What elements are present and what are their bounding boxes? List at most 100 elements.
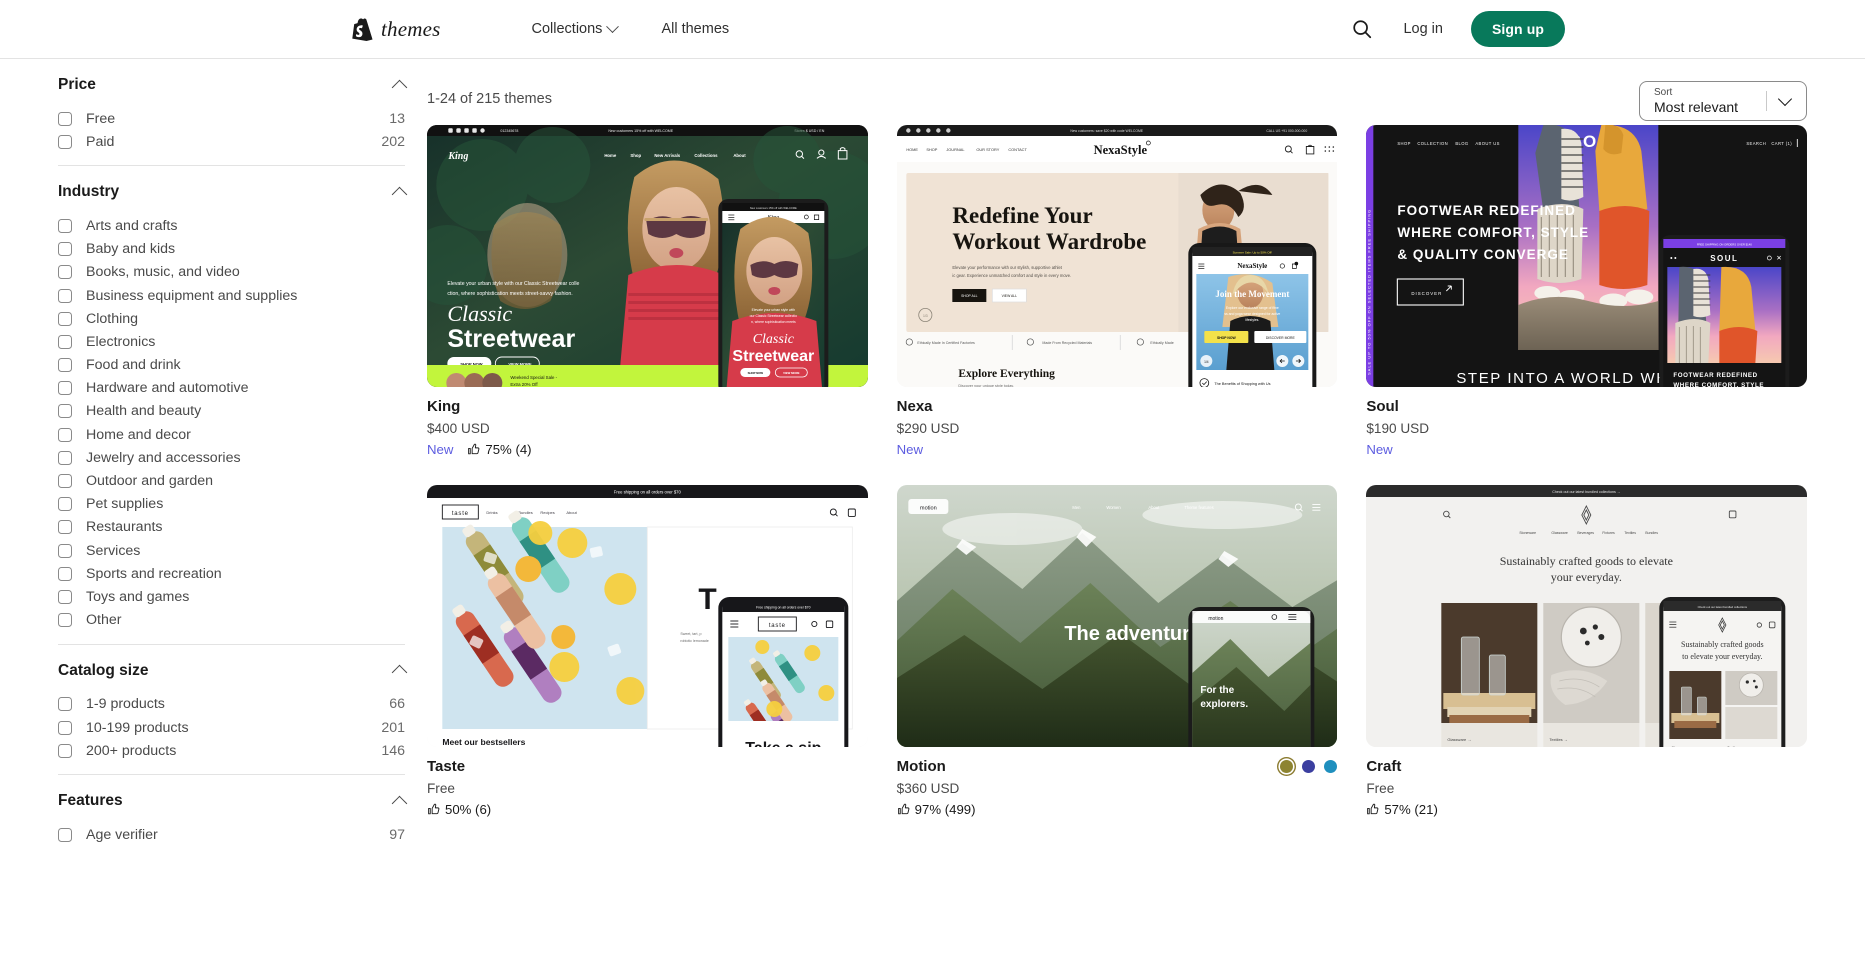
filter-label: Baby and kids — [86, 241, 176, 258]
checkbox-icon[interactable] — [58, 218, 72, 233]
filter-option-electronics[interactable]: Electronics — [58, 330, 427, 353]
checkbox-icon[interactable] — [58, 474, 72, 489]
checkbox-icon[interactable] — [58, 743, 72, 758]
checkbox-icon[interactable] — [58, 720, 72, 735]
theme-card-taste[interactable]: Free shipping on all orders over $70 tas… — [427, 485, 868, 817]
theme-name: Craft — [1366, 758, 1402, 775]
checkbox-icon[interactable] — [58, 381, 72, 396]
checkbox-icon[interactable] — [58, 111, 72, 126]
filter-count: 13 — [389, 110, 405, 127]
checkbox-icon[interactable] — [58, 334, 72, 349]
checkbox-icon[interactable] — [58, 543, 72, 558]
svg-text:FREE SHIPPING ON ORDERS OVER $: FREE SHIPPING ON ORDERS OVER $140 — [1697, 242, 1752, 246]
login-link[interactable]: Log in — [1403, 21, 1443, 37]
checkbox-icon[interactable] — [58, 288, 72, 303]
filter-label: Jewelry and accessories — [86, 449, 241, 466]
filter-label: 1-9 products — [86, 696, 165, 713]
checkbox-icon[interactable] — [58, 613, 72, 628]
facet-industry-header[interactable]: Industry — [58, 166, 427, 214]
filter-option-free[interactable]: Free 13 — [58, 107, 427, 130]
checkbox-icon[interactable] — [58, 134, 72, 149]
checkbox-icon[interactable] — [58, 265, 72, 280]
facet-catalog-size-header[interactable]: Catalog size — [58, 645, 427, 693]
filter-option-arts-and-crafts[interactable]: Arts and crafts — [58, 214, 427, 237]
svg-text:Take a sip: Take a sip — [745, 740, 821, 747]
filter-option-other[interactable]: Other — [58, 609, 427, 632]
facet-price-header[interactable]: Price — [58, 59, 427, 107]
theme-rating: 97% (499) — [897, 802, 976, 817]
filter-option-restaurants[interactable]: Restaurants — [58, 516, 427, 539]
theme-preview-image[interactable]: New customers: save $20 with code WELCOM… — [896, 125, 1338, 387]
theme-card-soul[interactable]: SALE UP TO 50% OFF ON SELECTED ITEMS FRE… — [1366, 125, 1807, 457]
checkbox-icon[interactable] — [58, 697, 72, 712]
theme-card-status-row: New — [897, 442, 1338, 457]
checkbox-icon[interactable] — [58, 358, 72, 373]
signup-button[interactable]: Sign up — [1470, 11, 1565, 47]
brand-logo[interactable]: themes — [352, 17, 441, 42]
filter-option-business-equipment-and-supplies[interactable]: Business equipment and supplies — [58, 284, 427, 307]
color-swatch[interactable] — [1280, 760, 1294, 773]
color-swatch[interactable] — [1302, 760, 1316, 773]
filter-option-clothing[interactable]: Clothing — [58, 307, 427, 330]
filter-option-health-and-beauty[interactable]: Health and beauty — [58, 400, 427, 423]
checkbox-icon[interactable] — [58, 497, 72, 512]
theme-preview-image[interactable]: 012345678 New customers 15% off with WEL… — [427, 125, 868, 387]
svg-text:Meet our bestsellers: Meet our bestsellers — [442, 737, 525, 747]
svg-text:SEARCH: SEARCH — [1747, 141, 1767, 146]
facet-features-header[interactable]: Features — [58, 775, 427, 823]
checkbox-icon[interactable] — [58, 827, 72, 842]
theme-card-title-row: Taste — [427, 758, 868, 775]
theme-preview-image[interactable]: Check out our latest bundled collections… — [1366, 485, 1807, 747]
nav-item-all-themes[interactable]: All themes — [661, 21, 729, 37]
filter-option-services[interactable]: Services — [58, 539, 427, 562]
search-button[interactable] — [1349, 16, 1375, 42]
features-options-list: Age verifier 97 — [58, 823, 427, 846]
checkbox-icon[interactable] — [58, 566, 72, 581]
filter-option-books-music-and-video[interactable]: Books, music, and video — [58, 261, 427, 284]
checkbox-icon[interactable] — [58, 450, 72, 465]
filter-option-baby-and-kids[interactable]: Baby and kids — [58, 238, 427, 261]
filter-option-sports-and-recreation[interactable]: Sports and recreation — [58, 562, 427, 585]
chevron-down-icon — [1777, 91, 1793, 106]
svg-text:Elevate your urban style with: Elevate your urban style with our Classi… — [447, 281, 579, 287]
svg-text:Streetwear: Streetwear — [447, 325, 575, 353]
sort-dropdown[interactable]: Sort Most relevant — [1639, 81, 1807, 121]
checkbox-icon[interactable] — [58, 404, 72, 419]
checkbox-icon[interactable] — [58, 520, 72, 535]
theme-preview-image[interactable]: SALE UP TO 50% OFF ON SELECTED ITEMS FRE… — [1366, 125, 1807, 387]
theme-card-nexa[interactable]: New customers: save $20 with code WELCOM… — [896, 125, 1338, 457]
filter-option-home-and-decor[interactable]: Home and decor — [58, 423, 427, 446]
checkbox-icon[interactable] — [58, 311, 72, 326]
svg-text:Ethically Made: Ethically Made — [1150, 341, 1173, 345]
svg-text:Explore our exclusive range of: Explore our exclusive range of fitne — [1226, 306, 1279, 310]
theme-preview-image[interactable]: Free shipping on all orders over $70 tas… — [427, 485, 868, 747]
theme-price: $290 USD — [896, 421, 960, 436]
checkbox-icon[interactable] — [58, 242, 72, 257]
filter-option-hardware-and-automotive[interactable]: Hardware and automotive — [58, 377, 427, 400]
theme-grid: 012345678 New customers 15% off with WEL… — [427, 125, 1807, 817]
filter-option-age-verifier[interactable]: Age verifier 97 — [58, 823, 427, 846]
theme-card-craft[interactable]: Check out our latest bundled collections… — [1366, 485, 1807, 817]
filter-option-toys-and-games[interactable]: Toys and games — [58, 585, 427, 608]
checkbox-icon[interactable] — [58, 589, 72, 604]
filter-option-paid[interactable]: Paid 202 — [58, 130, 427, 153]
filter-option-outdoor-and-garden[interactable]: Outdoor and garden — [58, 469, 427, 492]
filter-label: Hardware and automotive — [86, 380, 249, 397]
filter-option-1-9-products[interactable]: 1-9 products 66 — [58, 693, 427, 716]
theme-card-motion[interactable]: motion Men Women About Theme features The … — [896, 485, 1338, 817]
checkbox-icon[interactable] — [58, 427, 72, 442]
filter-option-200-products[interactable]: 200+ products 146 — [58, 739, 427, 762]
filter-label: 10-199 products — [86, 719, 189, 736]
color-swatch[interactable] — [1324, 760, 1338, 773]
filter-option-10-199-products[interactable]: 10-199 products 201 — [58, 716, 427, 739]
filter-option-jewelry-and-accessories[interactable]: Jewelry and accessories — [58, 446, 427, 469]
filter-count: 146 — [381, 742, 405, 759]
theme-preview-image[interactable]: motion Men Women About Theme features The … — [896, 485, 1338, 747]
filter-option-pet-supplies[interactable]: Pet supplies — [58, 493, 427, 516]
nav-label-collections: Collections — [531, 21, 603, 37]
nav-item-collections[interactable]: Collections — [531, 19, 620, 37]
theme-card-king[interactable]: 012345678 New customers 15% off with WEL… — [427, 125, 868, 457]
filter-option-food-and-drink[interactable]: Food and drink — [58, 354, 427, 377]
filter-label: Clothing — [86, 310, 139, 327]
theme-card-title-row: King — [427, 398, 868, 415]
